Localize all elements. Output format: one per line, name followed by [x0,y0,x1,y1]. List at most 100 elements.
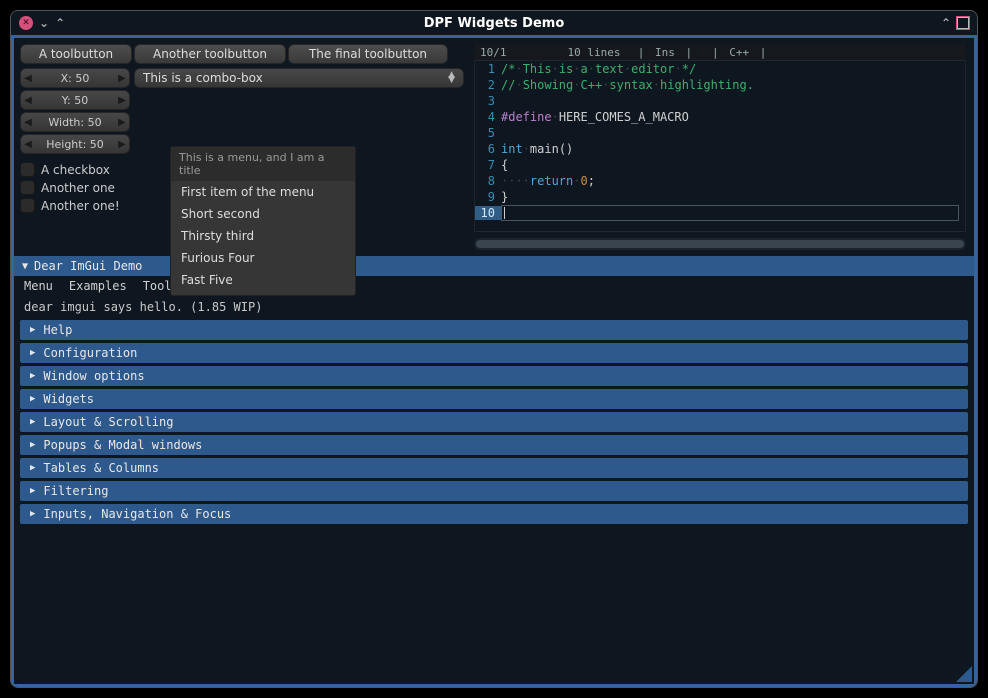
section-collapse-icon: ▶ [30,509,35,519]
editor-code: #define·HERE_COMES_A_MACRO [501,110,689,124]
window-menu-chevron-icon[interactable]: ⌄ [39,16,49,30]
spinner-w-left-icon[interactable]: ◀ [21,117,35,128]
spinner-x-right-icon[interactable]: ▶ [115,73,129,84]
gutter-line-number: 10 [475,206,501,220]
gutter-line-number: 5 [475,126,501,140]
section-collapse-icon: ▶ [30,417,35,427]
spinner-x-left-icon[interactable]: ◀ [21,73,35,84]
editor-line[interactable]: 10 [475,205,965,221]
menu-title: This is a menu, and I am a title [171,147,355,181]
editor-line[interactable]: 3 [475,93,965,109]
imgui-title-text: Dear ImGui Demo [34,259,142,273]
toolbutton-3[interactable]: The final toolbutton [288,44,448,64]
section-header[interactable]: ▶Tables & Columns [20,458,968,478]
combo-label: This is a combo-box [143,71,263,85]
status-lang: C++ [729,46,749,59]
editor-body[interactable]: 1/*·This·is·a·text·editor·*/2//·Showing·… [474,60,966,232]
checkbox-3[interactable] [20,198,35,213]
spinner-h-left-icon[interactable]: ◀ [21,139,35,150]
spinner-y-right-icon[interactable]: ▶ [115,95,129,106]
editor-line[interactable]: 2//·Showing·C++·syntax·highlighting. [475,77,965,93]
section-label: Window options [43,369,144,383]
imgui-menubar: Menu Examples Tools [14,276,974,296]
window-maximize-chevron-icon[interactable]: ⌃ [941,16,951,30]
section-label: Popups & Modal windows [43,438,202,452]
editor-code: } [501,190,508,204]
gutter-line-number: 2 [475,78,501,92]
editor-cursor-line[interactable] [501,205,959,221]
editor-line[interactable]: 8····return·0; [475,173,965,189]
menu-item-2[interactable]: Short second [171,203,355,225]
imgui-hello-text: dear imgui says hello. (1.85 WIP) [14,296,974,320]
gutter-line-number: 6 [475,142,501,156]
section-label: Widgets [43,392,94,406]
menu-item-4[interactable]: Furious Four [171,247,355,269]
section-collapse-icon: ▶ [30,486,35,496]
editor-line[interactable]: 5 [475,125,965,141]
toolbutton-1[interactable]: A toolbutton [20,44,132,64]
menu-item-1[interactable]: First item of the menu [171,181,355,203]
section-header[interactable]: ▶Popups & Modal windows [20,435,968,455]
editor-line[interactable]: 7{ [475,157,965,173]
editor-line[interactable]: 6int·main() [475,141,965,157]
status-pos: 10/1 [480,46,507,59]
window-min-chevron-icon[interactable]: ⌃ [55,16,65,30]
window-title: DPF Widgets Demo [11,16,977,31]
spinner-y[interactable]: ◀ Y: 50 ▶ [20,90,130,110]
section-header[interactable]: ▶Layout & Scrolling [20,412,968,432]
editor-line[interactable]: 1/*·This·is·a·text·editor·*/ [475,61,965,77]
spinner-x[interactable]: ◀ X: 50 ▶ [20,68,130,88]
upper-region: A toolbutton Another toolbutton The fina… [14,38,974,256]
section-header[interactable]: ▶Window options [20,366,968,386]
editor-pane: 10/1 10 lines | Ins | | C++ | 1/*·This·i… [470,38,974,256]
gutter-line-number: 3 [475,94,501,108]
editor-hscrollbar[interactable] [474,238,966,250]
spinner-h-right-icon[interactable]: ▶ [115,139,129,150]
section-label: Help [43,323,72,337]
checkbox-3-label: Another one! [41,199,120,213]
editor-code: int·main() [501,142,573,156]
resize-grip-icon[interactable] [956,666,972,682]
spinner-w-value: Width: 50 [35,116,115,129]
section-header[interactable]: ▶Inputs, Navigation & Focus [20,504,968,524]
spinner-width[interactable]: ◀ Width: 50 ▶ [20,112,130,132]
combo-box[interactable]: This is a combo-box ▲▼ [134,68,464,88]
checkbox-2[interactable] [20,180,35,195]
spinner-height[interactable]: ◀ Height: 50 ▶ [20,134,130,154]
section-collapse-icon: ▶ [30,325,35,335]
spinner-y-left-icon[interactable]: ◀ [21,95,35,106]
window-scale-icon[interactable] [957,17,969,29]
checkbox-1-label: A checkbox [41,163,110,177]
section-header[interactable]: ▶ Help [20,320,968,340]
section-label: Configuration [43,346,137,360]
imgui-menu-examples[interactable]: Examples [69,279,127,293]
section-header[interactable]: ▶ Widgets [20,389,968,409]
editor-hscrollbar-thumb[interactable] [476,240,964,248]
checkbox-1[interactable] [20,162,35,177]
status-ins: Ins [655,46,675,59]
spinner-y-value: Y: 50 [35,94,115,107]
imgui-panel: ▼ Dear ImGui Demo Menu Examples Tools de… [14,256,974,684]
imgui-menu-menu[interactable]: Menu [24,279,53,293]
editor-line[interactable]: 9} [475,189,965,205]
window-titlebar[interactable]: ✕ ⌄ ⌃ DPF Widgets Demo ⌃ [11,11,977,35]
imgui-titlebar[interactable]: ▼ Dear ImGui Demo [14,256,974,276]
editor-status-bar: 10/1 10 lines | Ins | | C++ | [474,44,966,60]
section-collapse-icon: ▶ [30,394,35,404]
window-close-button[interactable]: ✕ [19,16,33,30]
spinner-h-value: Height: 50 [35,138,115,151]
editor-code: ····return·0; [501,174,595,188]
editor-line[interactable]: 4#define·HERE_COMES_A_MACRO [475,109,965,125]
imgui-title-collapse-icon[interactable]: ▼ [22,261,28,272]
spinner-w-right-icon[interactable]: ▶ [115,117,129,128]
widgets-pane: A toolbutton Another toolbutton The fina… [14,38,470,256]
section-header[interactable]: ▶Configuration [20,343,968,363]
section-label: Tables & Columns [43,461,159,475]
section-header[interactable]: ▶Filtering [20,481,968,501]
toolbutton-2[interactable]: Another toolbutton [134,44,286,64]
editor-code: { [501,158,508,172]
menu-item-5[interactable]: Fast Five [171,269,355,291]
gutter-line-number: 9 [475,190,501,204]
menu-item-3[interactable]: Thirsty third [171,225,355,247]
gutter-line-number: 1 [475,62,501,76]
